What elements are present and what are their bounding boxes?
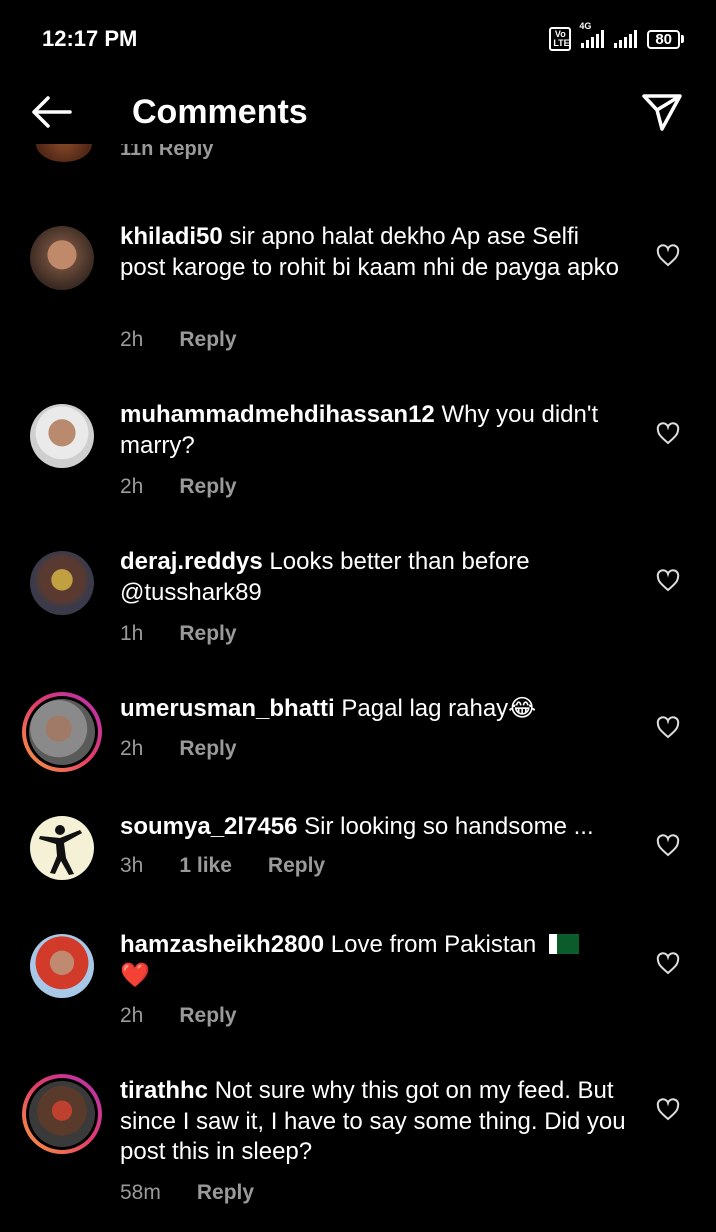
comment-username[interactable]: hamzasheikh2800 [120, 931, 324, 958]
clock: 12:17 PM [42, 26, 138, 51]
reply-button[interactable]: Reply [179, 737, 236, 761]
comment-time: 2h [120, 1004, 144, 1027]
network-type: 4G [579, 21, 592, 31]
avatar-story-ring[interactable] [22, 1074, 102, 1154]
comment-meta: 1h Reply [120, 622, 237, 646]
avatar[interactable] [30, 404, 94, 468]
comment-body: Sir looking so handsome ... [304, 813, 594, 840]
comment-time: 2h [120, 475, 144, 498]
comment-text: khiladi50 sir apno halat dekho Ap ase Se… [120, 222, 630, 283]
comment-meta: 2h Reply [120, 328, 237, 352]
comment-text: muhammadmehdihassan12 Why you didn't mar… [120, 400, 630, 461]
comment-time: 3h [120, 854, 144, 877]
comment-text: tirathhc Not sure why this got on my fee… [120, 1076, 630, 1168]
comment-username[interactable]: tirathhc [120, 1077, 208, 1104]
comment-meta: 58m Reply [120, 1181, 254, 1205]
avatar [36, 144, 92, 162]
battery-level: 80 [647, 29, 680, 49]
heart-icon[interactable] [656, 716, 680, 740]
heart-icon[interactable] [656, 1098, 680, 1122]
reply-button[interactable]: Reply [179, 622, 236, 646]
avatar[interactable] [30, 551, 94, 615]
comment-time: 1h [120, 622, 144, 645]
comment-meta: 2h Reply [120, 1004, 237, 1028]
reply-button[interactable]: Reply [179, 1004, 236, 1028]
signal-icon [614, 30, 638, 48]
partial-comment-meta: 11h Reply [120, 144, 214, 160]
pakistan-flag-icon [548, 934, 579, 954]
comment-username[interactable]: muhammadmehdihassan12 [120, 401, 435, 428]
comment-text: umerusman_bhatti Pagal lag rahay😂 [120, 694, 630, 725]
heart-icon[interactable] [656, 952, 680, 976]
comment-username[interactable]: soumya_2l7456 [120, 813, 297, 840]
comment-body: Love from Pakistan [330, 931, 537, 958]
comment-meta: 2h Reply [120, 475, 237, 499]
volte-icon: Vo LTE [549, 27, 572, 51]
comment-text: soumya_2l7456 Sir looking so handsome ..… [120, 812, 630, 843]
heart-icon[interactable] [656, 244, 680, 268]
comment-time: 58m [120, 1181, 161, 1204]
comment-time: 2h [120, 328, 144, 351]
heart-icon[interactable] [656, 422, 680, 446]
avatar[interactable] [30, 934, 94, 998]
reply-button[interactable]: Reply [197, 1181, 254, 1205]
heart-icon[interactable] [656, 834, 680, 858]
comment-meta: 3h 1 like Reply [120, 854, 325, 878]
avatar-story-ring[interactable] [22, 692, 102, 772]
reply-button[interactable]: Reply [179, 328, 236, 352]
comment-time: 2h [120, 737, 144, 760]
header: Comments [0, 80, 716, 144]
status-bar: 12:17 PM Vo LTE 4G 80 [0, 0, 716, 80]
avatar [29, 699, 95, 765]
back-arrow-icon[interactable] [30, 92, 74, 132]
comment-text: hamzasheikh2800 Love from Pakistan ❤️ [120, 930, 630, 991]
likes-count[interactable]: 1 like [179, 854, 232, 878]
battery-icon: 80 [647, 29, 684, 49]
reply-button[interactable]: Reply [179, 475, 236, 499]
heart-icon[interactable] [656, 569, 680, 593]
system-icons: Vo LTE 4G 80 [549, 21, 684, 52]
signal-4g-icon: 4G [579, 21, 605, 48]
page-title: Comments [132, 93, 308, 131]
avatar [29, 1081, 95, 1147]
avatar[interactable] [30, 226, 94, 290]
reply-button[interactable]: Reply [268, 854, 325, 878]
send-icon[interactable] [640, 92, 684, 132]
avatar[interactable] [30, 816, 94, 880]
heart-emoji: ❤️ [120, 961, 150, 989]
comment-text: deraj.reddys Looks better than before @t… [120, 547, 630, 608]
comment-username[interactable]: khiladi50 [120, 223, 223, 250]
comment-username[interactable]: umerusman_bhatti [120, 695, 335, 722]
comment-username[interactable]: deraj.reddys [120, 548, 263, 575]
partial-comment: 11h Reply [0, 144, 716, 174]
comment-meta: 2h Reply [120, 737, 237, 761]
comment-body: Pagal lag rahay😂 [341, 695, 537, 722]
